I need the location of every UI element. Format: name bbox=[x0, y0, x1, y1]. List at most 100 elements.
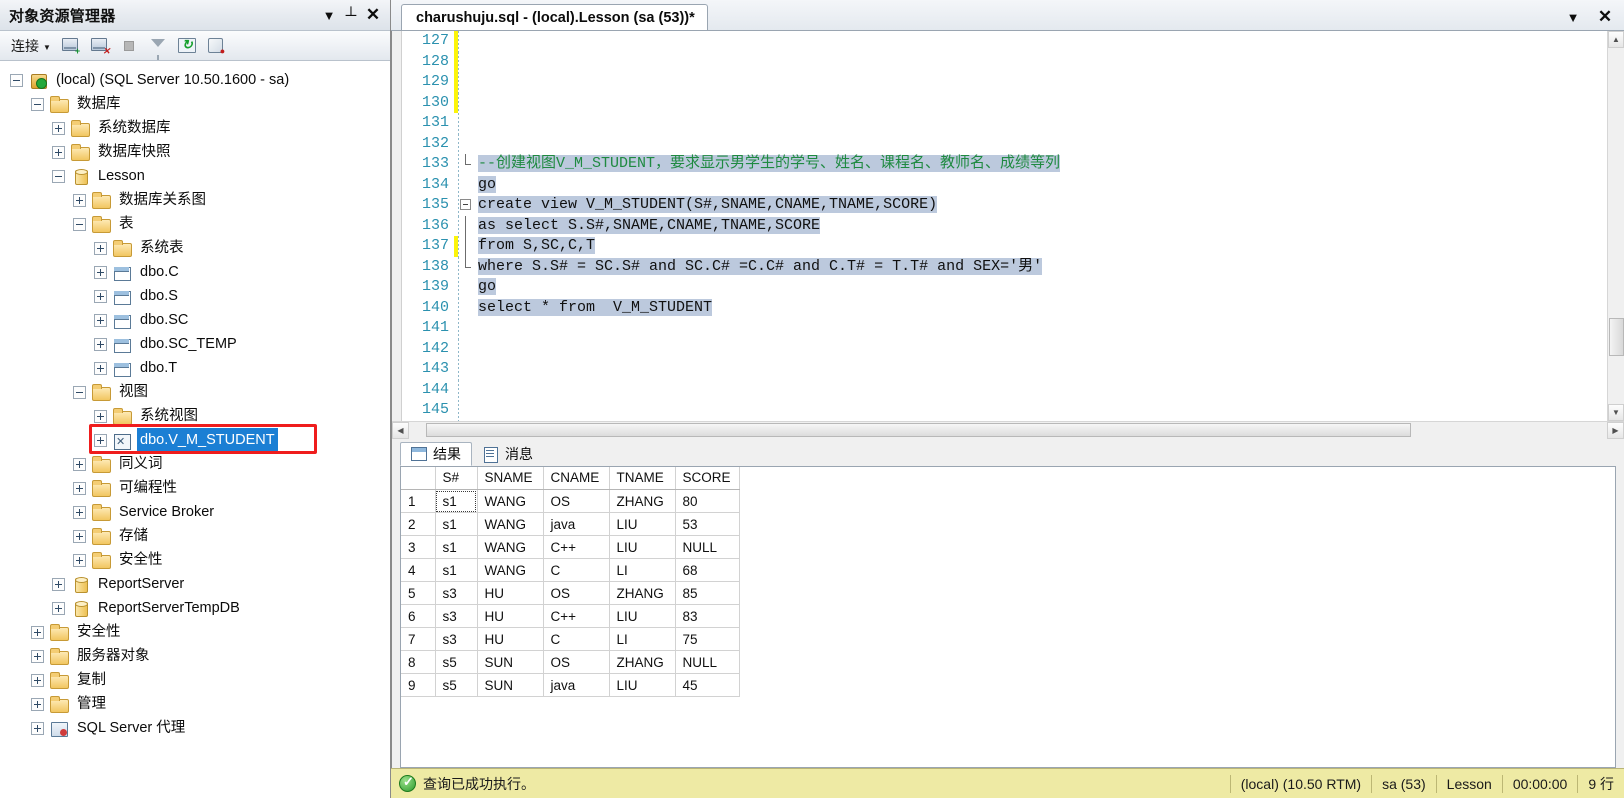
row-number[interactable]: 3 bbox=[401, 535, 436, 559]
table-cell[interactable]: s5 bbox=[435, 650, 478, 674]
table-cell[interactable]: NULL bbox=[675, 535, 740, 559]
table-cell[interactable]: LIU bbox=[609, 512, 676, 536]
code-line[interactable]: 143 bbox=[402, 359, 1607, 380]
expand-icon[interactable] bbox=[94, 289, 107, 303]
tree-node[interactable]: ReportServer bbox=[0, 572, 390, 596]
tab-list-dropdown-icon[interactable]: ▼ bbox=[1562, 6, 1584, 28]
tree-node[interactable]: 管理 bbox=[0, 692, 390, 716]
table-row[interactable]: 1 s1 WANG OS ZHANG 80 bbox=[401, 489, 740, 513]
table-cell[interactable]: LIU bbox=[609, 535, 676, 559]
collapse-icon[interactable] bbox=[73, 385, 86, 399]
scroll-right-button[interactable]: ▶ bbox=[1607, 421, 1624, 439]
table-cell[interactable]: WANG bbox=[477, 512, 544, 536]
panel-close-icon[interactable]: ✕ bbox=[362, 4, 384, 26]
scroll-left-button[interactable]: ◀ bbox=[392, 421, 409, 439]
table-cell[interactable]: s5 bbox=[435, 673, 478, 697]
scroll-up-button[interactable]: ▲ bbox=[1608, 31, 1624, 48]
tree-node[interactable]: 表 bbox=[0, 212, 390, 236]
tree-node[interactable]: 服务器对象 bbox=[0, 644, 390, 668]
tree-node[interactable]: dbo.SC_TEMP bbox=[0, 332, 390, 356]
tree-node[interactable]: 复制 bbox=[0, 668, 390, 692]
code-line[interactable]: 131 bbox=[402, 113, 1607, 134]
table-cell[interactable]: LI bbox=[609, 558, 676, 582]
table-cell[interactable]: s1 bbox=[435, 512, 478, 536]
row-number[interactable]: 2 bbox=[401, 512, 436, 536]
table-cell[interactable]: HU bbox=[477, 581, 544, 605]
table-cell[interactable]: ZHANG bbox=[609, 489, 676, 513]
code-line[interactable]: 139 go bbox=[402, 277, 1607, 298]
tree-node[interactable]: 系统数据库 bbox=[0, 116, 390, 140]
table-cell[interactable]: OS bbox=[543, 650, 610, 674]
filter-icon[interactable] bbox=[147, 34, 170, 60]
table-cell[interactable]: WANG bbox=[477, 558, 544, 582]
tree-node[interactable]: 安全性 bbox=[0, 548, 390, 572]
table-cell[interactable]: OS bbox=[543, 489, 610, 513]
tree-node[interactable]: SQL Server 代理 bbox=[0, 716, 390, 740]
table-cell[interactable]: C++ bbox=[543, 604, 610, 628]
table-cell[interactable]: SUN bbox=[477, 673, 544, 697]
collapse-icon[interactable] bbox=[73, 217, 86, 231]
table-row[interactable]: 7 s3 HU C LI 75 bbox=[401, 627, 740, 651]
table-cell[interactable]: OS bbox=[543, 581, 610, 605]
expand-icon[interactable] bbox=[94, 337, 107, 351]
code-line[interactable]: 127 bbox=[402, 31, 1607, 52]
row-number[interactable]: 7 bbox=[401, 627, 436, 651]
tree-node[interactable]: 视图 bbox=[0, 380, 390, 404]
table-cell[interactable]: LIU bbox=[609, 673, 676, 697]
table-cell[interactable]: 83 bbox=[675, 604, 740, 628]
row-number[interactable]: 9 bbox=[401, 673, 436, 697]
tree-node[interactable]: dbo.S bbox=[0, 284, 390, 308]
editor-vscroll-thumb[interactable] bbox=[1609, 318, 1624, 356]
table-row[interactable]: 8 s5 SUN OS ZHANG NULL bbox=[401, 650, 740, 674]
expand-icon[interactable] bbox=[73, 505, 86, 519]
table-row[interactable]: 9 s5 SUN java LIU 45 bbox=[401, 673, 740, 697]
table-cell[interactable]: LI bbox=[609, 627, 676, 651]
expand-icon[interactable] bbox=[31, 649, 44, 663]
tree-node[interactable]: 可编程性 bbox=[0, 476, 390, 500]
tab-close-icon[interactable]: ✕ bbox=[1594, 6, 1616, 28]
expand-icon[interactable] bbox=[94, 265, 107, 279]
tab-messages[interactable]: 消息 bbox=[472, 442, 544, 466]
expand-icon[interactable] bbox=[94, 361, 107, 375]
table-cell[interactable]: HU bbox=[477, 604, 544, 628]
table-cell[interactable]: 80 bbox=[675, 489, 740, 513]
expand-icon[interactable] bbox=[31, 721, 44, 735]
tree-node[interactable]: 系统表 bbox=[0, 236, 390, 260]
table-row[interactable]: 6 s3 HU C++ LIU 83 bbox=[401, 604, 740, 628]
table-cell[interactable]: ZHANG bbox=[609, 581, 676, 605]
table-cell[interactable]: 45 bbox=[675, 673, 740, 697]
tree-node[interactable]: dbo.SC bbox=[0, 308, 390, 332]
tree-node[interactable]: 安全性 bbox=[0, 620, 390, 644]
expand-icon[interactable] bbox=[73, 457, 86, 471]
hscroll-track[interactable] bbox=[409, 421, 1607, 438]
table-cell[interactable]: 85 bbox=[675, 581, 740, 605]
table-cell[interactable]: HU bbox=[477, 627, 544, 651]
column-header[interactable]: SCORE bbox=[675, 466, 740, 490]
column-header[interactable]: SNAME bbox=[477, 466, 544, 490]
expand-icon[interactable] bbox=[73, 481, 86, 495]
collapse-icon[interactable] bbox=[31, 97, 44, 111]
tree-node[interactable]: 同义词 bbox=[0, 452, 390, 476]
scroll-down-button[interactable]: ▼ bbox=[1608, 403, 1624, 421]
tab-charushuju-sql[interactable]: charushuju.sql - (local).Lesson (sa (53)… bbox=[401, 4, 708, 30]
code-line[interactable]: 145 bbox=[402, 400, 1607, 421]
table-cell[interactable]: WANG bbox=[477, 535, 544, 559]
code-line[interactable]: 144 bbox=[402, 379, 1607, 400]
code-line[interactable]: 140 select * from V_M_STUDENT bbox=[402, 297, 1607, 318]
row-number[interactable]: 8 bbox=[401, 650, 436, 674]
panel-dropdown-icon[interactable]: ▼ bbox=[318, 4, 340, 26]
expand-icon[interactable] bbox=[52, 121, 65, 135]
connect-server-icon[interactable]: + bbox=[60, 34, 83, 57]
table-row[interactable]: 4 s1 WANG C LI 68 bbox=[401, 558, 740, 582]
column-header[interactable]: S# bbox=[435, 466, 478, 490]
table-cell[interactable]: 75 bbox=[675, 627, 740, 651]
table-cell[interactable]: s3 bbox=[435, 581, 478, 605]
table-cell[interactable]: C bbox=[543, 627, 610, 651]
code-line[interactable]: 142 bbox=[402, 338, 1607, 359]
expand-icon[interactable] bbox=[73, 193, 86, 207]
results-grid-host[interactable]: S# SNAME CNAME TNAME SCORE 1 s1 WANG OS ZHANG 80 2… bbox=[400, 465, 1616, 768]
table-cell[interactable]: s3 bbox=[435, 627, 478, 651]
table-cell[interactable]: C bbox=[543, 558, 610, 582]
tree-node[interactable]: dbo.T bbox=[0, 356, 390, 380]
row-number[interactable]: 6 bbox=[401, 604, 436, 628]
